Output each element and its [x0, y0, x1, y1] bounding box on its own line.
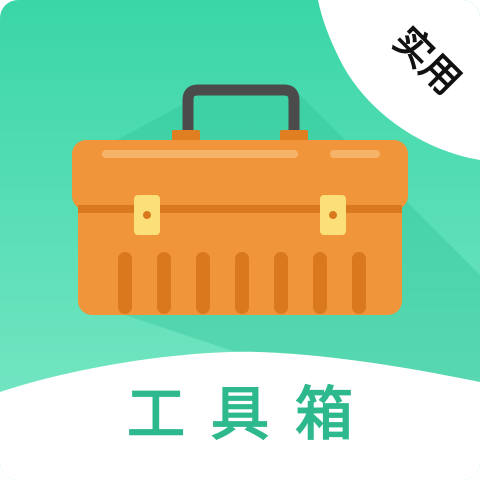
toolbox-latch-left [134, 195, 160, 235]
toolbox-latch-right [320, 195, 346, 235]
app-icon[interactable]: 实用 工具箱 [0, 0, 480, 480]
app-title: 工具箱 [126, 380, 379, 448]
